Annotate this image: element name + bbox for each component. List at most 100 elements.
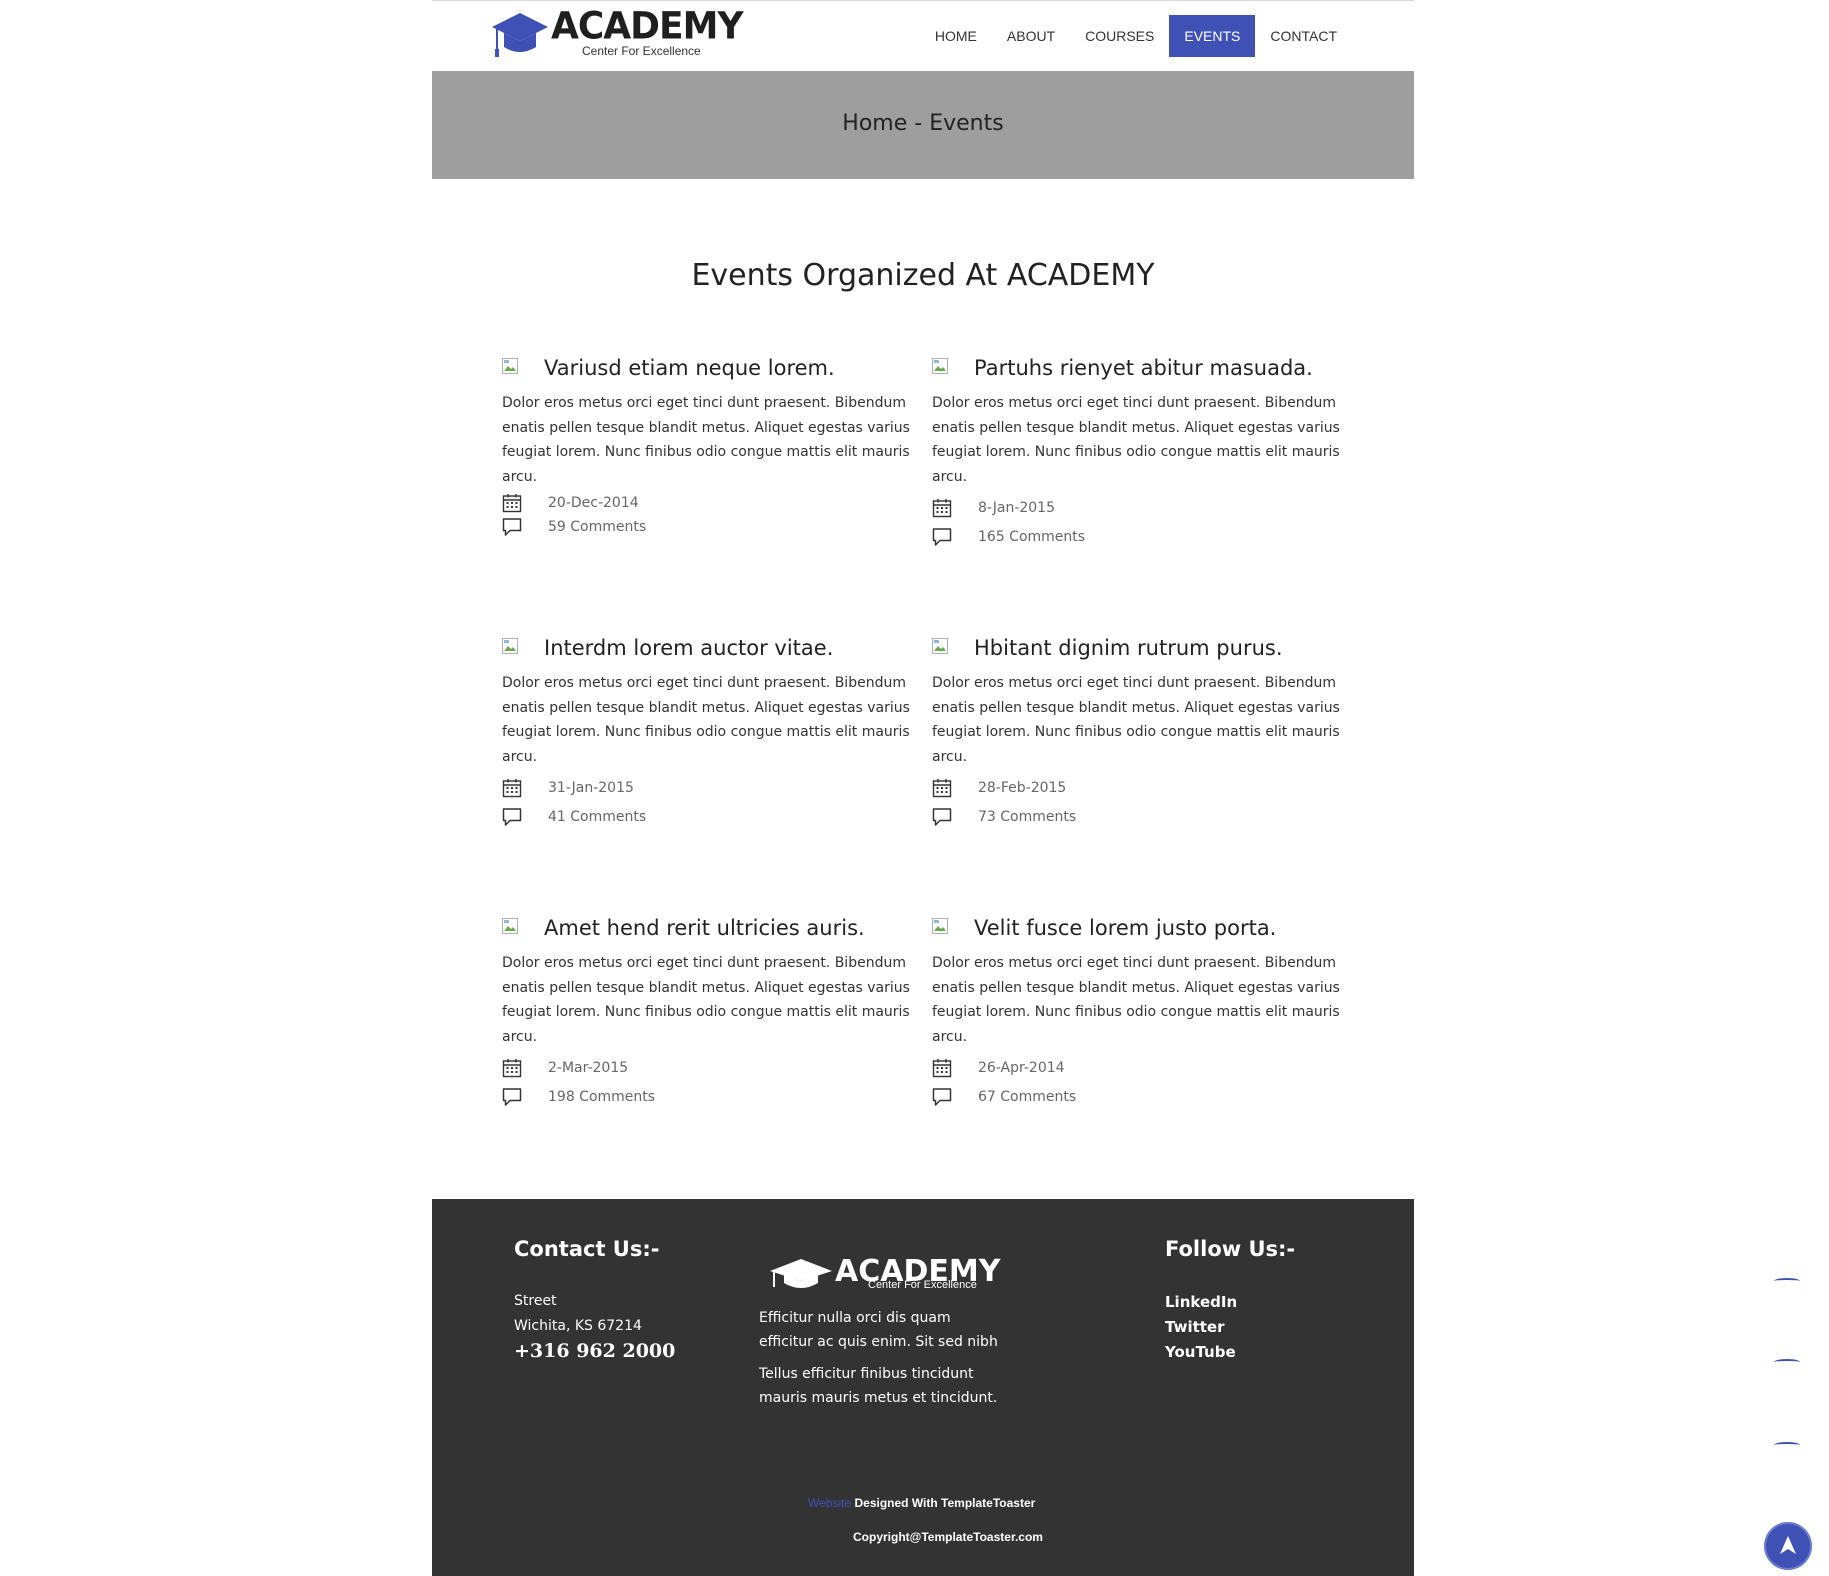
event-date-text: 31-Jan-2015 bbox=[548, 780, 634, 796]
desc-line: enatis pellen tesque blandit metus. Aliq… bbox=[502, 699, 910, 716]
event-comments[interactable]: 165 Comments bbox=[932, 527, 1232, 549]
footer-brand-tagline: Center For Excellence bbox=[868, 1279, 977, 1291]
event-date: 2-Mar-2015 bbox=[502, 1058, 802, 1080]
brand-tagline: Center For Excellence bbox=[582, 44, 701, 58]
calendar-icon bbox=[502, 1058, 522, 1078]
page-banner: Home - Events bbox=[432, 71, 1414, 179]
event-date-text: 8-Jan-2015 bbox=[978, 500, 1055, 516]
event-date: 28-Feb-2015 bbox=[932, 778, 1232, 800]
event-comments-text[interactable]: 59 Comments bbox=[548, 519, 646, 535]
desc-line: arcu. bbox=[502, 1028, 538, 1045]
site-header: ACADEMY Center For Excellence HOME ABOUT… bbox=[432, 1, 1414, 71]
comment-icon bbox=[502, 517, 522, 537]
event-date: 26-Apr-2014 bbox=[932, 1058, 1232, 1080]
event-image-icon[interactable] bbox=[932, 358, 948, 374]
event-title[interactable]: Hbitant dignim rutrum purus. bbox=[974, 636, 1283, 660]
calendar-icon bbox=[932, 1058, 952, 1078]
desc-line: Dolor eros metus orci eget tinci dunt pr… bbox=[502, 955, 906, 971]
youtube-link[interactable]: YouTube bbox=[1165, 1343, 1236, 1361]
nav-courses[interactable]: COURSES bbox=[1070, 15, 1169, 57]
comment-icon bbox=[932, 527, 952, 547]
desc-line: feugiat lorem. Nunc finibus odio congue … bbox=[502, 444, 910, 460]
desc-line: Dolor eros metus orci eget tinci dunt pr… bbox=[502, 395, 906, 411]
event-image-icon[interactable] bbox=[502, 638, 518, 654]
desc-line: Dolor eros metus orci eget tinci dunt pr… bbox=[502, 675, 906, 691]
address-line: Wichita, KS 67214 bbox=[514, 1318, 642, 1334]
event-description: Dolor eros metus orci eget tinci dunt pr… bbox=[502, 391, 922, 489]
desc-line: feugiat lorem. Nunc finibus odio congue … bbox=[932, 444, 1340, 460]
event-comments[interactable]: 67 Comments bbox=[932, 1087, 1232, 1109]
event-date-text: 20-Dec-2014 bbox=[548, 495, 639, 511]
about-text: efficitur ac quis enim. Sit sed nibh bbox=[759, 1334, 998, 1350]
page-title: Events Organized At ACADEMY bbox=[691, 258, 1155, 293]
side-scroll-indicator[interactable] bbox=[1774, 1278, 1800, 1284]
nav-events[interactable]: EVENTS bbox=[1169, 15, 1256, 57]
site-logo[interactable]: ACADEMY Center For Excellence bbox=[492, 5, 744, 63]
event-date-text: 2-Mar-2015 bbox=[548, 1060, 629, 1076]
calendar-icon bbox=[932, 498, 952, 518]
event-comments-text[interactable]: 67 Comments bbox=[978, 1089, 1076, 1105]
desc-line: arcu. bbox=[502, 748, 538, 765]
event-image-icon[interactable] bbox=[502, 918, 518, 934]
brand-name: ACADEMY bbox=[551, 4, 744, 48]
nav-contact[interactable]: CONTACT bbox=[1255, 15, 1352, 57]
about-text: Efficitur nulla orci dis quam bbox=[759, 1310, 951, 1326]
desc-line: feugiat lorem. Nunc finibus odio congue … bbox=[932, 1004, 1340, 1020]
desc-line: arcu. bbox=[932, 748, 968, 765]
desc-line: Dolor eros metus orci eget tinci dunt pr… bbox=[932, 955, 1336, 971]
event-title[interactable]: Velit fusce lorem justo porta. bbox=[974, 916, 1276, 940]
twitter-link[interactable]: Twitter bbox=[1165, 1318, 1225, 1336]
event-comments-text[interactable]: 41 Comments bbox=[548, 809, 646, 825]
desc-line: enatis pellen tesque blandit metus. Aliq… bbox=[932, 699, 1340, 716]
event-image-icon[interactable] bbox=[932, 638, 948, 654]
event-date-text: 28-Feb-2015 bbox=[978, 780, 1067, 796]
website-link[interactable]: Website bbox=[808, 1496, 851, 1510]
phone-number[interactable]: +316 962 2000 bbox=[514, 1340, 675, 1362]
linkedin-link[interactable]: LinkedIn bbox=[1165, 1293, 1237, 1311]
footer-logo[interactable]: ACADEMY Center For Excellence bbox=[770, 1257, 1010, 1293]
event-comments-text[interactable]: 165 Comments bbox=[978, 529, 1085, 545]
event-description: Dolor eros metus orci eget tinci dunt pr… bbox=[932, 671, 1352, 769]
desc-line: feugiat lorem. Nunc finibus odio congue … bbox=[502, 724, 910, 740]
event-title[interactable]: Partuhs rienyet abitur masuada. bbox=[974, 356, 1313, 380]
page: ACADEMY Center For Excellence HOME ABOUT… bbox=[432, 0, 1414, 1576]
event-image-icon[interactable] bbox=[932, 918, 948, 934]
nav-home[interactable]: HOME bbox=[920, 15, 992, 57]
desc-line: Dolor eros metus orci eget tinci dunt pr… bbox=[932, 675, 1336, 691]
side-scroll-indicator[interactable] bbox=[1774, 1359, 1800, 1365]
graduation-cap-icon bbox=[770, 1259, 832, 1288]
event-title[interactable]: Interdm lorem auctor vitae. bbox=[544, 636, 833, 660]
nav-about[interactable]: ABOUT bbox=[992, 15, 1070, 57]
event-comments-text[interactable]: 198 Comments bbox=[548, 1089, 655, 1105]
credit-line: Website Designed With TemplateToaster bbox=[808, 1496, 1035, 1510]
desc-line: enatis pellen tesque blandit metus. Aliq… bbox=[932, 419, 1340, 436]
about-text: mauris mauris metus et tincidunt. bbox=[759, 1390, 998, 1406]
event-date: 20-Dec-2014 bbox=[502, 493, 802, 515]
copyright: Copyright@TemplateToaster.com bbox=[853, 1530, 1043, 1544]
event-title[interactable]: Variusd etiam neque lorem. bbox=[544, 356, 835, 380]
back-to-top-button[interactable] bbox=[1764, 1522, 1812, 1570]
event-description: Dolor eros metus orci eget tinci dunt pr… bbox=[932, 951, 1352, 1049]
site-footer: Contact Us:- Street Wichita, KS 67214 +3… bbox=[432, 1199, 1414, 1576]
calendar-icon bbox=[502, 778, 522, 798]
event-comments[interactable]: 73 Comments bbox=[932, 807, 1232, 829]
event-title[interactable]: Amet hend rerit ultricies auris. bbox=[544, 916, 865, 940]
event-comments-text[interactable]: 73 Comments bbox=[978, 809, 1076, 825]
event-image-icon[interactable] bbox=[502, 358, 518, 374]
event-date-text: 26-Apr-2014 bbox=[978, 1060, 1065, 1076]
event-comments[interactable]: 59 Comments bbox=[502, 517, 802, 539]
address-line: Street bbox=[514, 1293, 557, 1309]
about-text: Tellus efficitur finibus tincidunt bbox=[759, 1366, 974, 1382]
desc-line: arcu. bbox=[932, 1028, 968, 1045]
event-comments[interactable]: 41 Comments bbox=[502, 807, 802, 829]
desc-line: arcu. bbox=[502, 468, 538, 485]
event-comments[interactable]: 198 Comments bbox=[502, 1087, 802, 1109]
event-date: 31-Jan-2015 bbox=[502, 778, 802, 800]
credit-text: Designed With TemplateToaster bbox=[851, 1496, 1036, 1510]
arrow-up-icon bbox=[1780, 1536, 1796, 1554]
breadcrumb: Home - Events bbox=[842, 111, 1004, 136]
desc-line: feugiat lorem. Nunc finibus odio congue … bbox=[502, 1004, 910, 1020]
comment-icon bbox=[502, 1087, 522, 1107]
side-scroll-indicator[interactable] bbox=[1774, 1442, 1800, 1448]
calendar-icon bbox=[502, 493, 522, 513]
